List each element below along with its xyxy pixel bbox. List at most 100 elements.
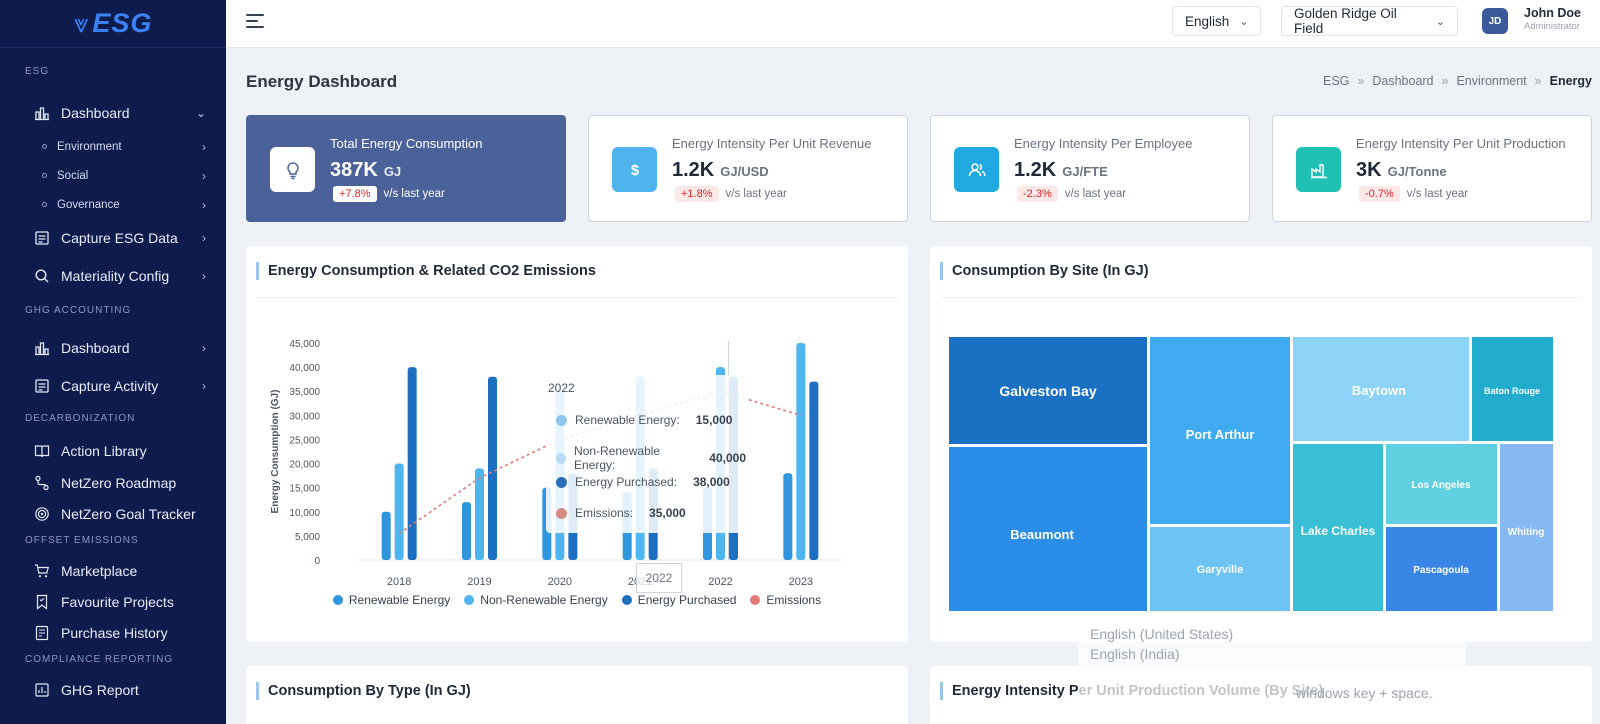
breadcrumb-item-esg[interactable]: ESG: [1323, 74, 1349, 88]
avatar[interactable]: JD: [1482, 8, 1508, 34]
bar-chart-icon: [34, 105, 50, 121]
kpi-card-intensity-revenue: $ Energy Intensity Per Unit Revenue 1.2K…: [588, 115, 908, 222]
kpi-unit: GJ/FTE: [1062, 164, 1108, 179]
treemap-label: Garyville: [1197, 564, 1243, 576]
section-label-compliance: COMPLIANCE REPORTING: [25, 654, 174, 665]
kpi-delta: -2.3% v/s last year: [1017, 186, 1126, 202]
sidebar-subitem-label: Governance: [57, 198, 120, 211]
sidebar-item-ghg-dashboard[interactable]: Dashboard ›: [0, 329, 226, 367]
report-icon: [34, 682, 50, 698]
treemap-label: Whiting: [1508, 527, 1545, 538]
sidebar-item-label: Marketplace: [61, 562, 138, 579]
section-label-offset: OFFSET EMISSIONS: [25, 535, 139, 546]
y-tick-label: 10,000: [289, 508, 320, 519]
sidebar-item-favourite-projects[interactable]: Favourite Projects: [0, 586, 226, 617]
chart-tooltip: 2022 Renewable Energy: 15,000 Non-Renewab…: [546, 375, 746, 533]
logo[interactable]: ⩔ ESG: [0, 0, 226, 48]
form-icon: [34, 230, 50, 246]
chevron-down-icon: ⌄: [195, 106, 206, 120]
sidebar-subitem-environment[interactable]: Environment ›: [0, 132, 226, 161]
sidebar-item-label: NetZero Roadmap: [61, 474, 177, 491]
delta-badge: +7.8%: [333, 186, 377, 202]
sidebar-item-dashboard[interactable]: Dashboard ⌄: [0, 94, 226, 132]
x-tick-label: 2023: [789, 576, 813, 588]
sidebar-item-capture-activity[interactable]: Capture Activity ›: [0, 367, 226, 405]
kpi-delta: -0.7% v/s last year: [1359, 186, 1468, 202]
chevron-right-icon: ›: [202, 231, 206, 245]
sidebar-item-netzero-roadmap[interactable]: NetZero Roadmap: [0, 467, 226, 498]
target-icon: [34, 506, 50, 522]
site-select[interactable]: Golden Ridge Oil Field ⌄: [1281, 6, 1458, 36]
sidebar-subitem-social[interactable]: Social ›: [0, 161, 226, 190]
y-tick-label: 0: [314, 556, 320, 567]
logo-icon: ⩔: [73, 7, 89, 38]
sidebar-subitem-label: Social: [57, 169, 89, 182]
user-name[interactable]: John Doe: [1524, 6, 1581, 20]
tooltip-row: Emissions: 35,000: [556, 506, 686, 520]
tooltip-row: Non-Renewable Energy: 40,000: [556, 444, 746, 472]
sidebar-subitem-label: Environment: [57, 140, 122, 153]
treemap-label: Beaumont: [1010, 527, 1074, 542]
logo-text: ESG: [92, 8, 153, 38]
sidebar-item-label: Favourite Projects: [61, 593, 174, 610]
chevron-right-icon: ›: [202, 269, 206, 283]
legend-item-non-renewable[interactable]: Non-Renewable Energy: [464, 593, 608, 607]
factory-icon: [1296, 147, 1341, 192]
kpi-card-intensity-employee: Energy Intensity Per Employee 1.2K GJ/FTE…: [930, 115, 1250, 222]
site-select-value: Golden Ridge Oil Field: [1294, 6, 1397, 36]
panel-consumption-by-type: Consumption By Type (In GJ): [246, 666, 908, 724]
sidebar-item-label: Capture ESG Data: [61, 230, 178, 246]
sidebar: ⩔ ESG ESG Dashboard ⌄ Environment › Soci…: [0, 0, 226, 724]
kpi-delta: +1.8% v/s last year: [675, 186, 787, 202]
kpi-unit: GJ/Tonne: [1387, 164, 1447, 179]
bar-energy-purchased: [809, 381, 819, 560]
language-option-en-us[interactable]: English (United States): [1090, 626, 1233, 642]
language-select[interactable]: English ⌄: [1172, 6, 1261, 36]
legend-item-purchased[interactable]: Energy Purchased: [621, 593, 736, 607]
bar-non-renewable-energy: [394, 463, 404, 560]
tooltip-row: Renewable Energy: 15,000: [556, 413, 732, 427]
bar-renewable-energy: [783, 473, 793, 560]
sidebar-item-materiality-config[interactable]: Materiality Config ›: [0, 257, 226, 295]
language-option-en-in[interactable]: English (India): [1090, 646, 1180, 662]
delta-note: v/s last year: [1406, 188, 1469, 200]
x-tick-label: 2020: [548, 576, 572, 588]
y-tick-label: 20,000: [289, 460, 320, 471]
section-label-ghg: GHG ACCOUNTING: [25, 305, 132, 316]
kpi-value: 3K GJ/Tonne: [1356, 159, 1447, 181]
sidebar-item-label: Dashboard: [61, 340, 130, 356]
sidebar-item-ghg-report[interactable]: GHG Report: [0, 674, 226, 706]
panel-title: Consumption By Type (In GJ): [256, 682, 471, 700]
legend-item-emissions[interactable]: Emissions: [750, 593, 821, 607]
chevron-right-icon: ›: [202, 379, 206, 393]
chevron-right-icon: ›: [202, 341, 206, 355]
breadcrumb-item-environment[interactable]: Environment: [1456, 74, 1526, 88]
sidebar-item-netzero-goal-tracker[interactable]: NetZero Goal Tracker: [0, 498, 226, 529]
chevron-right-icon: ›: [202, 197, 206, 212]
treemap-label: Galveston Bay: [999, 383, 1096, 399]
sidebar-item-marketplace[interactable]: Marketplace: [0, 555, 226, 586]
legend-item-renewable[interactable]: Renewable Energy: [332, 593, 450, 607]
sidebar-subitem-governance[interactable]: Governance ›: [0, 190, 226, 219]
sidebar-item-purchase-history[interactable]: Purchase History: [0, 617, 226, 648]
chart-legend: Renewable Energy Non-Renewable Energy En…: [246, 593, 908, 607]
bullet-icon: [42, 202, 47, 207]
sidebar-item-label: Purchase History: [61, 624, 168, 641]
lightbulb-icon: [270, 147, 315, 192]
breadcrumb-item-dashboard[interactable]: Dashboard: [1372, 74, 1433, 88]
kpi-unit: GJ: [383, 164, 402, 179]
form-icon: [34, 378, 50, 394]
tooltip-row: Energy Purchased: 38,000: [556, 475, 730, 489]
sidebar-item-capture-esg-data[interactable]: Capture ESG Data ›: [0, 219, 226, 257]
kpi-title: Energy Intensity Per Employee: [1014, 136, 1193, 151]
sidebar-item-action-library[interactable]: Action Library: [0, 435, 226, 467]
tooltip-title: 2022: [548, 381, 575, 395]
dollar-icon: $: [612, 147, 657, 192]
menu-toggle-icon[interactable]: [246, 14, 264, 28]
svg-text:$: $: [630, 162, 639, 179]
kpi-unit: GJ/USD: [720, 164, 769, 179]
delta-note: v/s last year: [383, 188, 445, 200]
consumption-by-site-treemap: Galveston Bay Beaumont Port Arthur Garyv…: [949, 337, 1553, 611]
chevron-down-icon: ⌄: [1435, 15, 1445, 28]
y-axis-label: Energy Consumption (GJ): [270, 390, 281, 514]
